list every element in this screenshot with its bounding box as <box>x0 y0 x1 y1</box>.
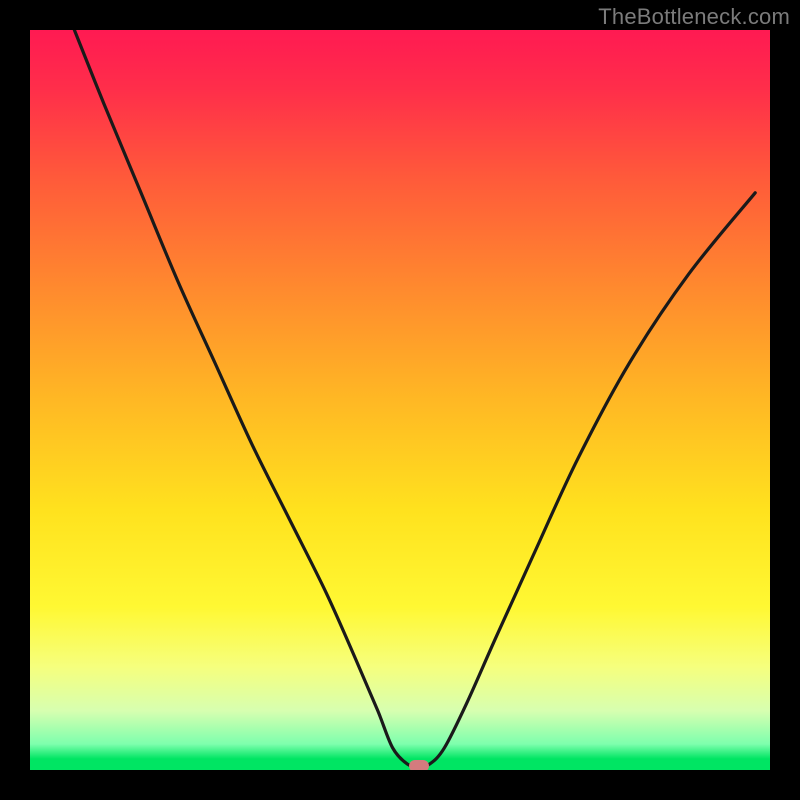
outer-frame: TheBottleneck.com <box>0 0 800 800</box>
watermark-text: TheBottleneck.com <box>598 4 790 30</box>
plot-area <box>30 30 770 770</box>
minimum-marker <box>409 760 429 770</box>
bottleneck-curve <box>74 30 755 766</box>
curve-layer <box>30 30 770 770</box>
